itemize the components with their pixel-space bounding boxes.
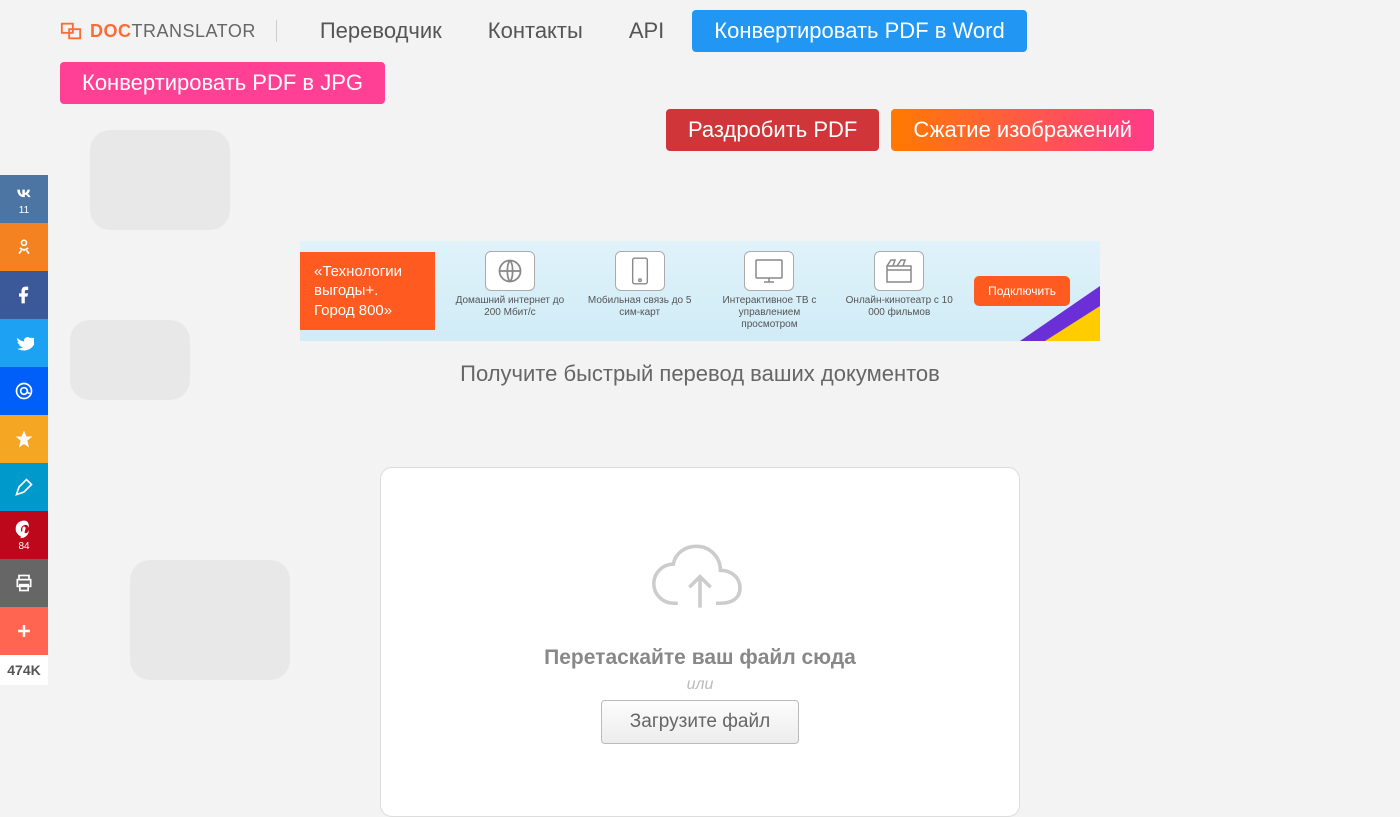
- share-more[interactable]: [0, 607, 48, 655]
- ad-item: Онлайн-кинотеатр с 10 000 фильмов: [839, 251, 959, 331]
- share-twitter[interactable]: [0, 319, 48, 367]
- ad-items: Домашний интернет до 200 Мбит/с Мобильна…: [435, 251, 974, 331]
- star-icon: [14, 429, 34, 449]
- ad-banner[interactable]: «Технологии выгоды+. Город 800» Домашний…: [300, 241, 1100, 341]
- sim-icon: [615, 251, 665, 291]
- globe-icon: [485, 251, 535, 291]
- main-nav: DOCTRANSLATOR Переводчик Контакты API Ко…: [0, 0, 1400, 104]
- nav-pdf-to-jpg[interactable]: Конвертировать PDF в JPG: [60, 62, 385, 104]
- ad-item: Мобильная связь до 5 сим-карт: [580, 251, 700, 331]
- plus-icon: [14, 621, 34, 641]
- nav-pdf-to-word[interactable]: Конвертировать PDF в Word: [692, 10, 1026, 52]
- file-dropzone[interactable]: Перетаскайте ваш файл сюда или Загрузите…: [380, 467, 1020, 817]
- vk-icon: [14, 183, 34, 203]
- nav-contacts[interactable]: Контакты: [470, 10, 601, 52]
- print-icon: [14, 573, 34, 593]
- cloud-upload-icon: [645, 541, 755, 621]
- nav-split-pdf[interactable]: Раздробить PDF: [666, 109, 879, 151]
- twitter-icon: [14, 333, 34, 353]
- share-vk[interactable]: 11: [0, 175, 48, 223]
- nav-api[interactable]: API: [611, 10, 682, 52]
- dropzone-text: Перетаскайте ваш файл сюда: [544, 646, 856, 670]
- logo-icon: [60, 20, 82, 42]
- share-print[interactable]: [0, 559, 48, 607]
- vk-count: 11: [19, 205, 29, 216]
- share-facebook[interactable]: [0, 271, 48, 319]
- pinterest-icon: [14, 519, 34, 539]
- logo[interactable]: DOCTRANSLATOR: [60, 20, 277, 42]
- share-favorites[interactable]: [0, 415, 48, 463]
- ad-decor: [1045, 306, 1100, 341]
- social-share-bar: 11 84 474K: [0, 175, 48, 685]
- pinterest-count: 84: [18, 541, 29, 552]
- bg-decor: [130, 560, 290, 680]
- page-subtitle: Получите быстрый перевод ваших документо…: [0, 361, 1400, 387]
- bg-decor: [70, 320, 190, 400]
- nav-compress-images[interactable]: Сжатие изображений: [891, 109, 1154, 151]
- pencil-icon: [14, 477, 34, 497]
- logo-text: DOCTRANSLATOR: [90, 21, 256, 42]
- share-pinterest[interactable]: 84: [0, 511, 48, 559]
- dropzone-or: или: [687, 676, 714, 694]
- tv-icon: [744, 251, 794, 291]
- share-livejournal[interactable]: [0, 463, 48, 511]
- upload-file-button[interactable]: Загрузите файл: [601, 700, 799, 744]
- share-total: 474K: [0, 655, 48, 685]
- ok-icon: [14, 237, 34, 257]
- share-mailru[interactable]: [0, 367, 48, 415]
- mailru-icon: [14, 381, 34, 401]
- nav-translator[interactable]: Переводчик: [302, 10, 460, 52]
- ad-item: Домашний интернет до 200 Мбит/с: [450, 251, 570, 331]
- ad-item: Интерактивное ТВ с управлением просмотро…: [709, 251, 829, 331]
- nav-row-2: Раздробить PDF Сжатие изображений: [0, 104, 1400, 161]
- facebook-icon: [14, 285, 34, 305]
- share-ok[interactable]: [0, 223, 48, 271]
- film-icon: [874, 251, 924, 291]
- ad-badge: «Технологии выгоды+. Город 800»: [300, 252, 435, 331]
